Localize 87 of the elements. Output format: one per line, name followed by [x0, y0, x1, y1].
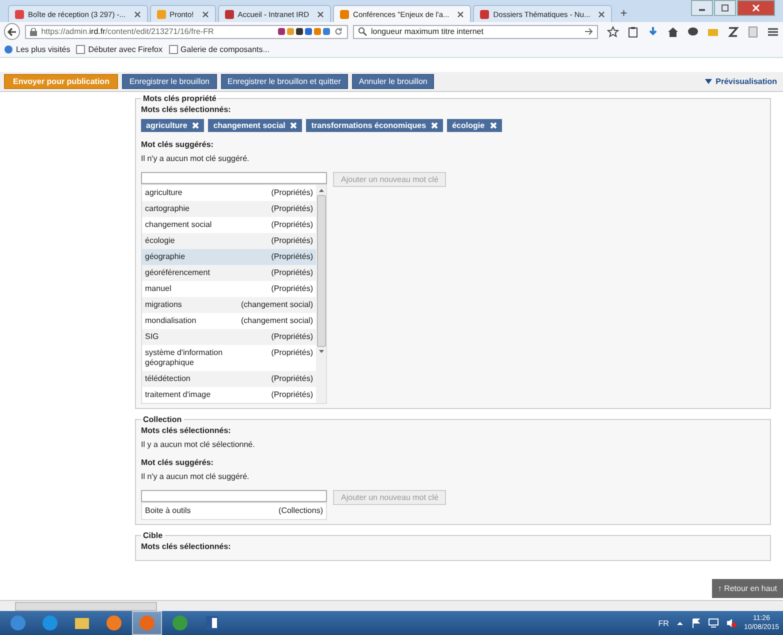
download-icon[interactable] — [647, 26, 659, 38]
empty-message: Il n'y a aucun mot clé suggéré. — [141, 472, 250, 481]
favicon-icon — [480, 10, 490, 18]
remove-icon[interactable] — [431, 122, 438, 129]
keyword-option[interactable]: migrations (changement social) — [142, 297, 316, 313]
menu-icon[interactable] — [767, 26, 779, 38]
keyword-option[interactable]: géoréférencement (Propriétés) — [142, 265, 316, 281]
document-icon — [203, 614, 221, 632]
fieldset-legend: Collection — [141, 415, 184, 424]
language-indicator[interactable]: FR — [658, 618, 669, 628]
clipboard-icon[interactable] — [627, 26, 639, 38]
empty-message: Il n'y a aucun mot clé suggéré. — [141, 154, 250, 163]
favicon-icon — [224, 10, 234, 18]
media-player-icon — [105, 614, 123, 632]
keyword-option[interactable]: géographie (Propriétés) — [142, 249, 316, 265]
remove-icon[interactable] — [192, 122, 200, 129]
fieldset-legend: Mots clés propriété — [141, 94, 218, 103]
chevron-up-icon[interactable] — [676, 619, 684, 627]
keyword-tag[interactable]: écologie — [447, 119, 502, 132]
arrow-left-icon — [7, 26, 18, 36]
close-icon[interactable] — [202, 10, 209, 18]
zotero-icon[interactable] — [727, 26, 739, 38]
caret-icon — [704, 79, 712, 84]
keyword-tag[interactable]: transformations économiques — [306, 119, 444, 132]
close-icon — [752, 4, 760, 12]
empty-message: Il y a aucun mot clé sélectionné. — [141, 440, 256, 449]
keyword-option[interactable]: écologie (Propriétés) — [142, 233, 316, 249]
section-heading: Mots clés sélectionnés: — [141, 426, 232, 435]
scroll-down-icon[interactable] — [316, 349, 326, 355]
globe-icon — [4, 44, 13, 54]
keyword-tag[interactable]: agriculture — [141, 119, 204, 132]
keyword-input-field[interactable] — [141, 490, 327, 502]
section-heading: Mot clés suggérés: — [141, 458, 214, 467]
list-scrollbar[interactable] — [316, 185, 326, 403]
bookmark-link[interactable]: Les plus visités — [4, 44, 70, 54]
minimize-button[interactable] — [691, 0, 713, 16]
favicon-icon — [15, 10, 24, 18]
action-button[interactable]: Annuler le brouillon — [352, 74, 434, 89]
address-field[interactable]: https://admin.ird.fr/content/edit/213271/16/fre-FR — [25, 24, 348, 38]
keyword-option[interactable]: télédétection (Propriétés) — [142, 371, 316, 387]
section-heading: Mot clés suggérés: — [141, 140, 214, 149]
back-button[interactable] — [4, 23, 20, 40]
addon-icons-drawing — [278, 28, 330, 35]
preview-toggle[interactable]: Prévisualisation — [704, 77, 779, 86]
page-icon — [76, 44, 86, 54]
monitor-icon[interactable] — [708, 618, 719, 628]
action-button[interactable]: Enregistrer le brouillon et quitter — [220, 74, 348, 89]
close-icon[interactable] — [598, 10, 606, 18]
browser-icon — [171, 614, 189, 632]
browser-icon — [41, 614, 59, 632]
close-icon[interactable] — [457, 10, 464, 18]
back-to-top-button[interactable]: ↑ Retour en haut — [712, 579, 783, 598]
favicon-icon — [156, 10, 166, 18]
close-button[interactable] — [737, 0, 775, 16]
section-heading: Mots clés sélectionnés: — [141, 105, 232, 114]
speaker-muted-icon[interactable] — [726, 618, 737, 628]
start-orb-icon — [9, 614, 27, 632]
favicon-icon — [340, 10, 350, 18]
star-icon[interactable] — [607, 26, 619, 38]
home-icon[interactable] — [667, 26, 679, 38]
bookmark-link[interactable]: Débuter avec Firefox — [76, 44, 163, 54]
keyword-option[interactable]: SIG (Propriétés) — [142, 329, 316, 345]
close-icon[interactable] — [134, 10, 141, 18]
bookmark-link[interactable]: Galerie de composants... — [168, 44, 270, 54]
action-button[interactable]: Enregistrer le brouillon — [122, 74, 216, 89]
scroll-up-icon[interactable] — [316, 187, 326, 193]
page-icon — [168, 44, 178, 54]
browser-icon — [138, 614, 156, 632]
search-field[interactable]: longueur maximum titre internet — [352, 24, 598, 38]
horizontal-scrollbar[interactable] — [0, 600, 783, 611]
close-icon[interactable] — [317, 10, 324, 18]
reload-icon[interactable] — [334, 27, 343, 36]
search-icon — [358, 27, 367, 36]
new-tab-button[interactable]: + — [614, 6, 634, 22]
remove-icon[interactable] — [490, 122, 497, 129]
arrow-icon[interactable] — [584, 27, 593, 36]
lock-icon — [30, 28, 38, 36]
remove-icon[interactable] — [290, 122, 298, 129]
flag-icon[interactable] — [690, 618, 701, 628]
page-icon[interactable] — [747, 26, 759, 38]
maximize-button[interactable] — [714, 0, 736, 16]
keyword-tag[interactable]: changement social — [208, 119, 302, 132]
section-heading: Mots clés sélectionnés: — [141, 542, 232, 551]
keyword-option[interactable]: cartographie (Propriétés) — [142, 201, 316, 217]
fieldset-legend: Cible — [141, 531, 165, 540]
keyword-input-field[interactable] — [141, 172, 327, 184]
maximize-icon — [721, 4, 729, 12]
